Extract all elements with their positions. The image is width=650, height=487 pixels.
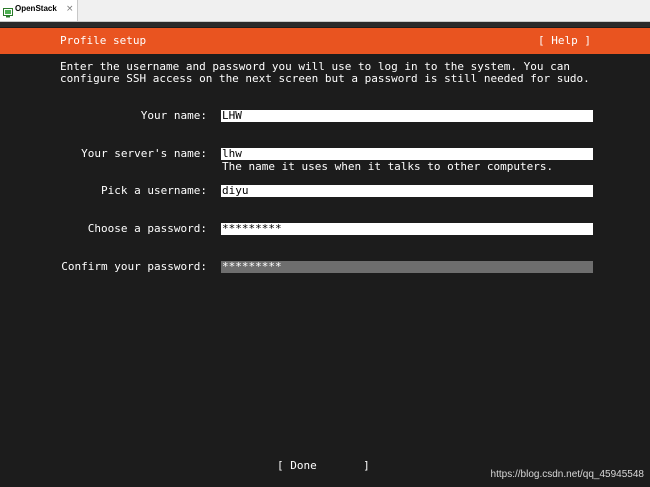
confirm-password-field[interactable]: ********* [221, 261, 593, 273]
confirm-password-label: Confirm your password: [61, 260, 207, 273]
vm-icon [3, 5, 13, 18]
page-title: Profile setup [60, 34, 147, 47]
password-label: Choose a password: [87, 222, 207, 235]
intro-text: Enter the username and password you will… [60, 60, 590, 85]
watermark: https://blog.csdn.net/qq_45945548 [490, 469, 644, 480]
installer-header: Profile setup [ Help ] [0, 28, 650, 54]
vm-console-window: OpenStack × Profile setup [ Help ] Enter… [0, 0, 650, 487]
done-button[interactable]: [ Done ] [277, 460, 370, 472]
help-button[interactable]: [ Help ] [538, 35, 591, 47]
server-name-hint: The name it uses when it talks to other … [222, 160, 554, 173]
your-name-label: Your name: [140, 109, 207, 122]
username-field[interactable]: diyu [221, 185, 593, 197]
tab-title: OpenStack [15, 4, 57, 13]
password-field[interactable]: ********* [221, 223, 593, 235]
your-name-field[interactable]: LHW [221, 110, 593, 122]
username-label: Pick a username: [101, 184, 207, 197]
server-name-field[interactable]: lhw [221, 148, 593, 160]
server-name-label: Your server's name: [81, 147, 207, 160]
vm-tab-bar: OpenStack × [0, 0, 650, 22]
tab-openstack[interactable]: OpenStack × [0, 0, 78, 21]
close-icon[interactable]: × [66, 3, 74, 15]
window-divider [0, 22, 650, 27]
